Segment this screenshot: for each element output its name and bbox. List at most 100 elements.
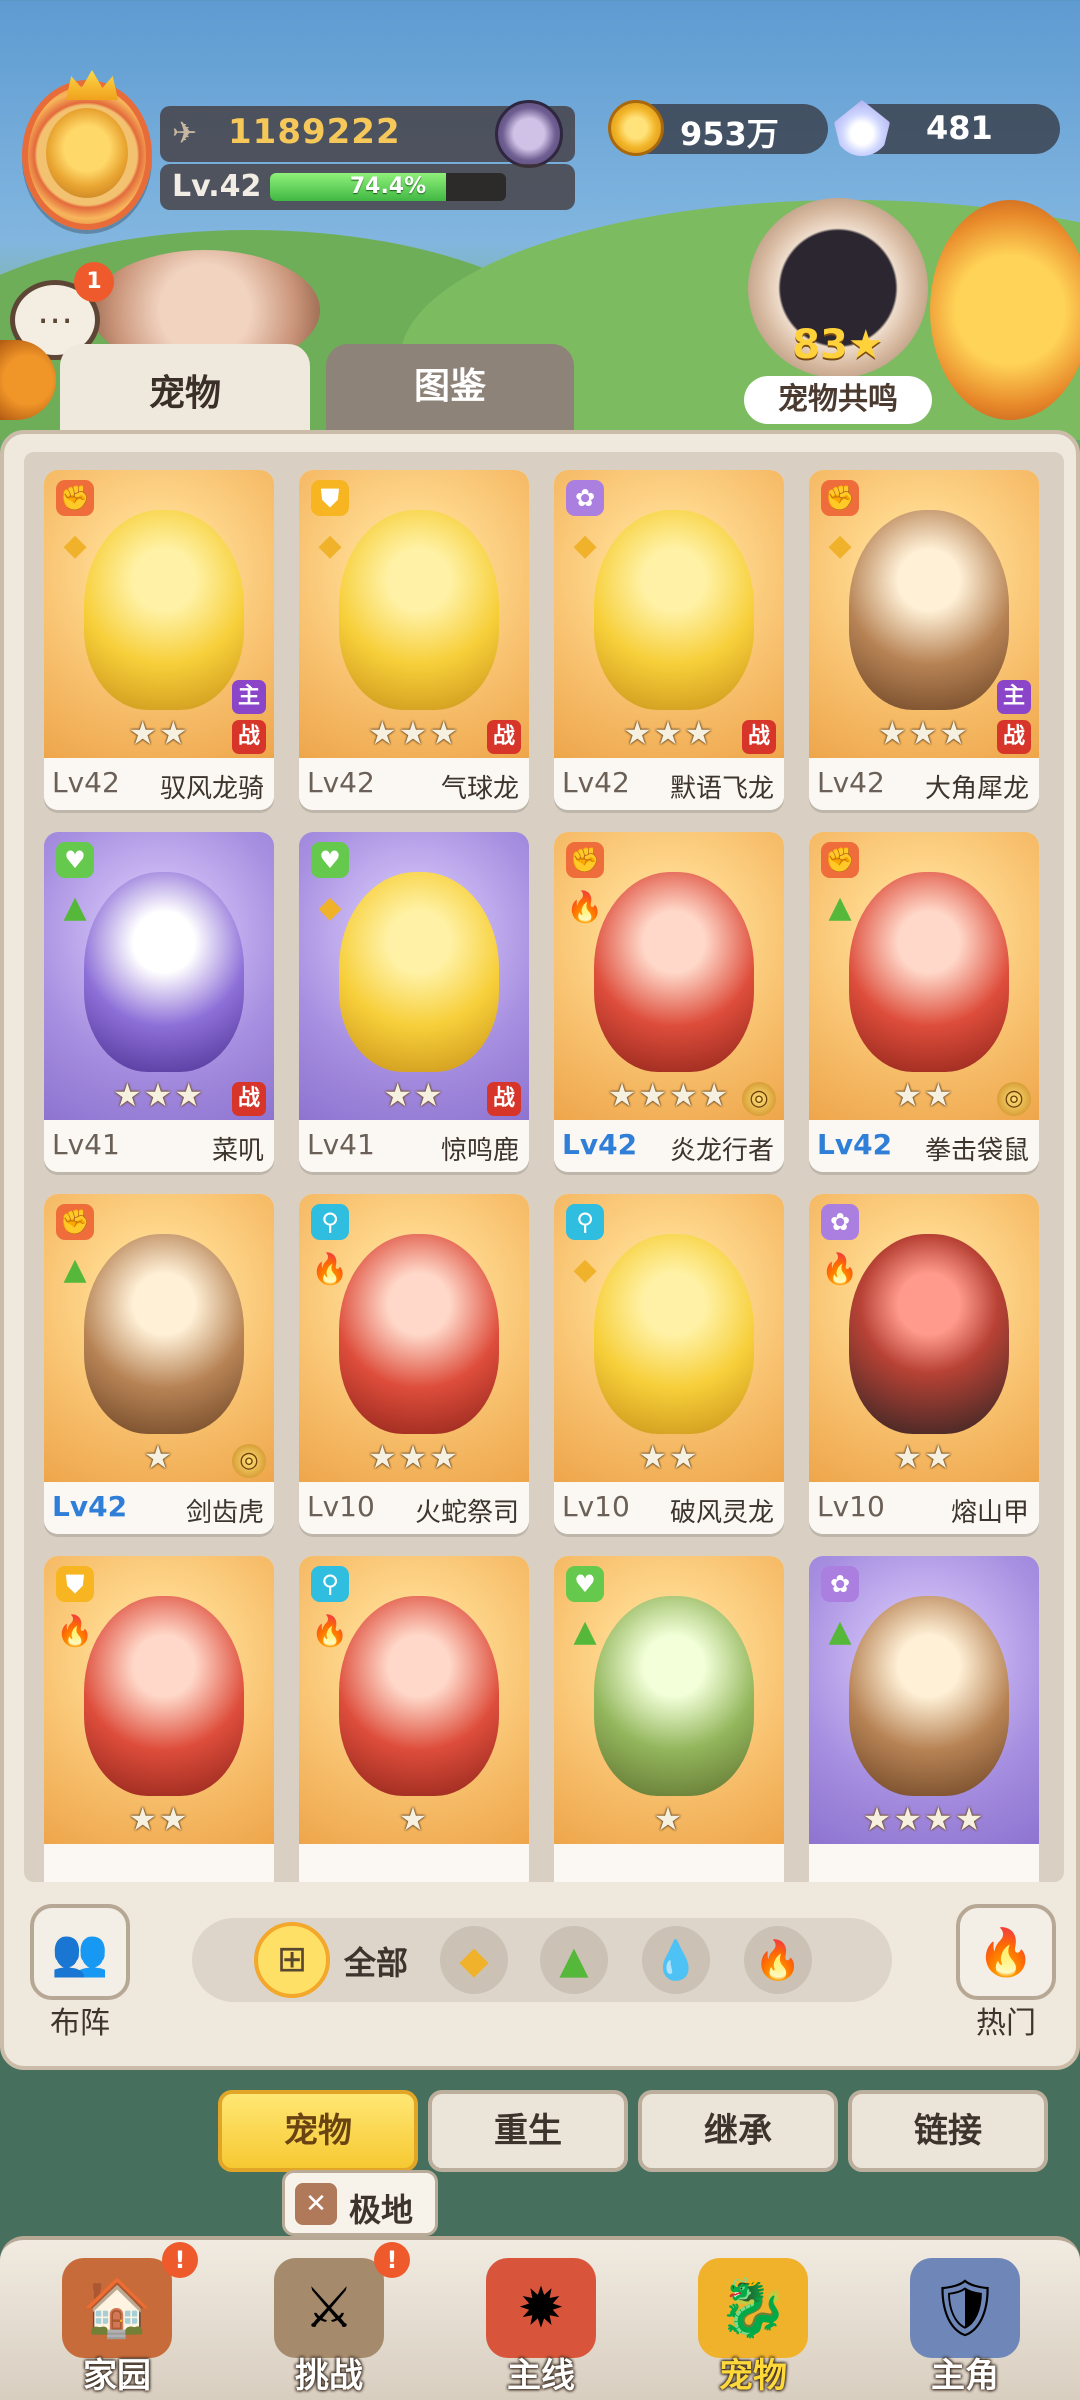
nav-item-pet[interactable]: 🐉 宠物 bbox=[648, 2240, 858, 2400]
power-gem-icon[interactable] bbox=[495, 100, 563, 168]
pet-card[interactable]: ✊ ◆ 主战 ★★★ Lv42 大角犀龙 bbox=[809, 470, 1039, 810]
subtab-pets[interactable]: 宠物 bbox=[218, 2090, 418, 2172]
tab-atlas[interactable]: 图鉴 bbox=[326, 344, 574, 430]
pet-portrait bbox=[849, 872, 1009, 1072]
pet-card-footer: Lv10 火蛇祭司 bbox=[299, 1482, 529, 1534]
shell-value: 481 bbox=[926, 109, 993, 147]
tab-pets[interactable]: 宠物 bbox=[60, 344, 310, 444]
grass-icon: ▲ bbox=[63, 890, 87, 925]
pet-name: 菜叽 bbox=[211, 1136, 264, 1166]
sup-icon: ✿ bbox=[821, 1566, 859, 1602]
earth-icon: ◆ bbox=[318, 528, 342, 563]
atk-icon: ✊ bbox=[821, 842, 859, 878]
subtab-rebirth[interactable]: 重生 bbox=[428, 2090, 628, 2172]
formation-button[interactable]: 👥 bbox=[30, 1904, 130, 2000]
pet-card-footer: Lv10 破风灵龙 bbox=[554, 1482, 784, 1534]
spd-icon: ⚲ bbox=[311, 1566, 349, 1602]
chat-bubble-icon: ⋯ bbox=[37, 299, 73, 341]
nav-item-mainline[interactable]: ✹ 主线 bbox=[436, 2240, 646, 2400]
grid-icon: ⊞ bbox=[276, 1939, 308, 1980]
pet-grid: ✊ ◆ 主战 ★★ Lv42 驭风龙骑 ⛊ ◆ 战 ★★★ Lv42 气球龙 ✿ ◆ 战 ★★★ Lv42 默语飞… bbox=[24, 452, 1064, 1882]
pet-card-footer bbox=[299, 1844, 529, 1882]
extreme-icon: ✕ bbox=[295, 2183, 337, 2225]
xp-progress-track: 74.4% bbox=[270, 173, 506, 201]
spd-icon: ⚲ bbox=[566, 1204, 604, 1240]
pet-stars: ★ bbox=[143, 1438, 175, 1476]
pet-card[interactable]: ♥ ◆ 战 ★★ Lv41 惊鸣鹿 bbox=[299, 832, 529, 1172]
pet-card[interactable]: ⚲ 🔥 ★ bbox=[299, 1556, 529, 1882]
pet-portrait bbox=[849, 510, 1009, 710]
pet-stars: ★★ bbox=[383, 1076, 445, 1114]
pet-card[interactable]: ✊ ◆ 主战 ★★ Lv42 驭风龙骑 bbox=[44, 470, 274, 810]
pet-level: Lv10 bbox=[307, 1490, 375, 1523]
pet-resonance-button[interactable]: 83★ 宠物共鸣 bbox=[738, 198, 938, 428]
hot-button[interactable]: 🔥 bbox=[956, 1904, 1056, 2000]
pet-portrait bbox=[339, 510, 499, 710]
filter-all-button[interactable]: ⊞ bbox=[254, 1922, 330, 1998]
extreme-land-tooltip[interactable]: ✕ 极地 bbox=[282, 2170, 438, 2236]
coin-counter[interactable]: 953万 bbox=[608, 100, 828, 156]
pet-level: Lv42 bbox=[817, 1128, 893, 1161]
pet-card[interactable]: ⛊ ◆ 战 ★★★ Lv42 气球龙 bbox=[299, 470, 529, 810]
fire-icon: 🔥 bbox=[311, 1252, 349, 1287]
resonance-stars: 83★ bbox=[792, 322, 884, 368]
pet-card[interactable]: ✊ ▲ ◎ ★★ Lv42 拳击袋鼠 bbox=[809, 832, 1039, 1172]
nav-label: 宠物 bbox=[719, 2356, 787, 2396]
level-bar: Lv.42 74.4% bbox=[160, 164, 575, 210]
player-avatar[interactable] bbox=[22, 70, 152, 230]
pet-card[interactable]: ✿ ◆ 战 ★★★ Lv42 默语飞龙 bbox=[554, 470, 784, 810]
nav-item-hero[interactable]: 🛡 主角 bbox=[860, 2240, 1070, 2400]
wings-icon: ✈ bbox=[172, 116, 198, 151]
pet-name: 熔山甲 bbox=[950, 1498, 1029, 1528]
pet-portrait bbox=[84, 1234, 244, 1434]
pet-portrait bbox=[339, 1234, 499, 1434]
pet-portrait bbox=[594, 1596, 754, 1796]
pet-card[interactable]: ✊ 🔥 ◎ ★★★★ Lv42 炎龙行者 bbox=[554, 832, 784, 1172]
pet-portrait bbox=[849, 1596, 1009, 1796]
pet-level: Lv42 bbox=[307, 766, 375, 799]
pet-portrait bbox=[339, 872, 499, 1072]
shell-counter[interactable]: 481 bbox=[834, 100, 1060, 156]
pet-level: Lv42 bbox=[562, 766, 630, 799]
pet-card-footer: Lv42 默语飞龙 bbox=[554, 758, 784, 810]
pet-stars: ★★ bbox=[638, 1438, 700, 1476]
pet-card[interactable]: ✊ ▲ ◎ ★ Lv42 剑齿虎 bbox=[44, 1194, 274, 1534]
pet-card[interactable]: ⛊ 🔥 ★★ bbox=[44, 1556, 274, 1882]
pet-card[interactable]: ⚲ ◆ ★★ Lv10 破风灵龙 bbox=[554, 1194, 784, 1534]
main-team-badge: 主 bbox=[997, 680, 1031, 714]
pet-level: Lv42 bbox=[817, 766, 885, 799]
pet-card[interactable]: ✿ 🔥 ★★ Lv10 熔山甲 bbox=[809, 1194, 1039, 1534]
pet-portrait bbox=[84, 510, 244, 710]
sup-icon: ✿ bbox=[821, 1204, 859, 1240]
pet-level: Lv42 bbox=[52, 1490, 128, 1523]
pet-card-footer: Lv42 气球龙 bbox=[299, 758, 529, 810]
pet-stars: ★★★ bbox=[367, 714, 461, 752]
pet-name: 气球龙 bbox=[440, 774, 519, 804]
sup-icon: ✿ bbox=[566, 480, 604, 516]
nav-item-home[interactable]: 🏠! 家园 bbox=[12, 2240, 222, 2400]
water-element-icon[interactable]: 💧 bbox=[642, 1926, 710, 1994]
spd-icon: ⚲ bbox=[311, 1204, 349, 1240]
pet-card-footer bbox=[554, 1844, 784, 1882]
pet-stars: ★★★ bbox=[877, 714, 971, 752]
hero-icon: 🛡 bbox=[910, 2258, 1020, 2358]
pet-card[interactable]: ♥ ▲ ★ bbox=[554, 1556, 784, 1882]
pet-card[interactable]: ✿ ▲ ★★★★ bbox=[809, 1556, 1039, 1882]
subtab-inherit[interactable]: 继承 bbox=[638, 2090, 838, 2172]
chat-notification-badge: 1 bbox=[74, 262, 114, 302]
earth-icon: ◆ bbox=[573, 528, 597, 563]
pet-card[interactable]: ♥ ▲ 战 ★★★ Lv41 菜叽 bbox=[44, 832, 274, 1172]
nav-label: 挑战 bbox=[295, 2356, 363, 2396]
earth-icon: ◆ bbox=[573, 1252, 597, 1287]
nav-item-challenge[interactable]: ⚔! 挑战 bbox=[224, 2240, 434, 2400]
earth-icon: ◆ bbox=[63, 528, 87, 563]
fire-element-icon[interactable]: 🔥 bbox=[744, 1926, 812, 1994]
pet-card[interactable]: ⚲ 🔥 ★★★ Lv10 火蛇祭司 bbox=[299, 1194, 529, 1534]
grass-element-icon[interactable]: ▲ bbox=[540, 1926, 608, 1994]
subtab-link[interactable]: 链接 bbox=[848, 2090, 1048, 2172]
earth-icon: ◆ bbox=[828, 528, 852, 563]
pet-level: Lv42 bbox=[52, 766, 120, 799]
pet-name: 大角犀龙 bbox=[924, 774, 1029, 804]
earth-element-icon[interactable]: ◆ bbox=[440, 1926, 508, 1994]
element-filter-bar: ⊞ 全部 ◆ ▲ 💧 🔥 bbox=[192, 1918, 892, 2002]
